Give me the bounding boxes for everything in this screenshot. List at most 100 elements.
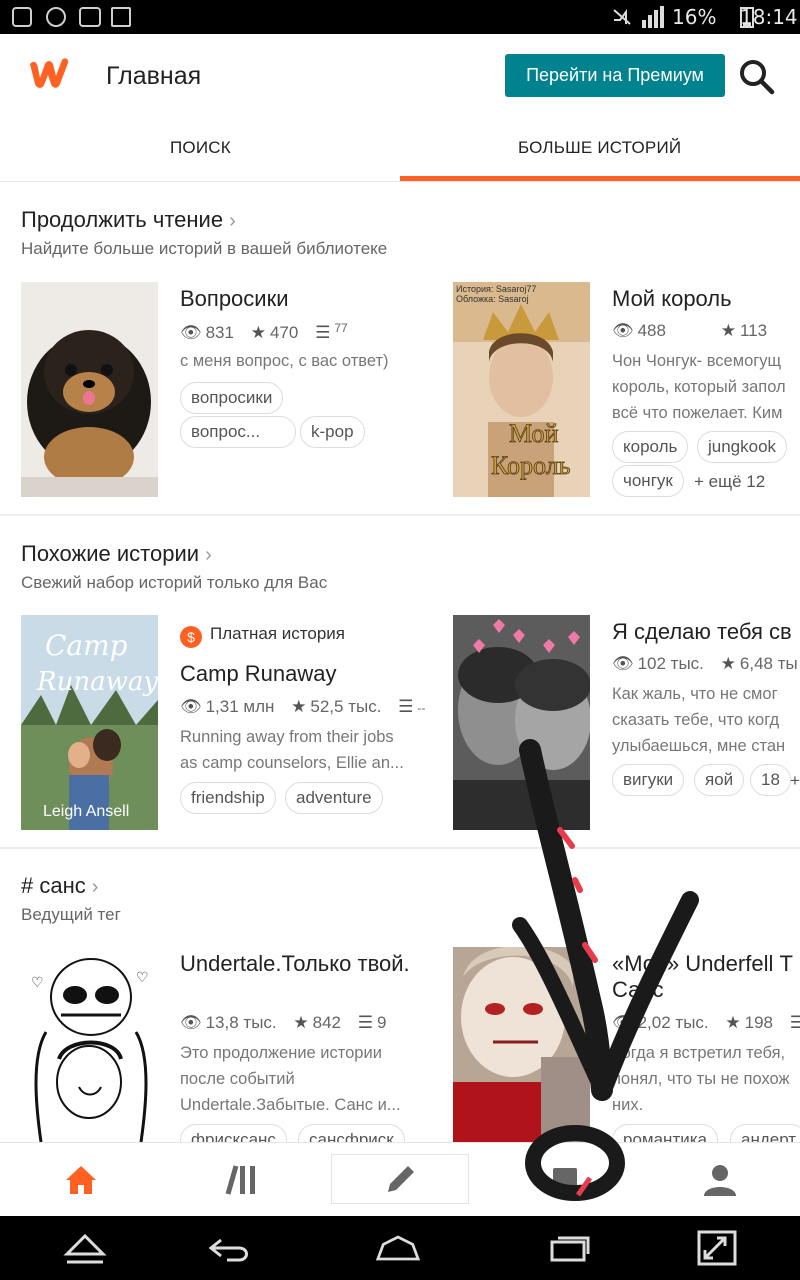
paid-label: Платная история bbox=[210, 624, 345, 643]
tag[interactable]: вопросики bbox=[180, 382, 284, 414]
list-icon: ☰ bbox=[357, 1013, 373, 1032]
story-stats: 👁 831 ★ 470 ☰ 77 bbox=[180, 321, 348, 343]
section-title: # санс bbox=[21, 873, 86, 898]
story-title[interactable]: «Моя» Underfell Т Санс bbox=[612, 951, 793, 1003]
tab-more-stories[interactable]: БОЛЬШЕ ИСТОРИЙ bbox=[518, 138, 681, 158]
eye-icon: 👁 bbox=[180, 323, 202, 342]
story-description: Когда я встретил тебя, понял, что ты не … bbox=[612, 1040, 800, 1118]
votes-count: 842 bbox=[312, 1013, 341, 1032]
tabs-divider bbox=[0, 181, 800, 182]
description-line: король, который запол bbox=[612, 378, 786, 396]
cover-image bbox=[453, 615, 590, 830]
votes-count: 52,5 тыс. bbox=[310, 697, 382, 716]
profile-icon[interactable] bbox=[700, 1160, 740, 1200]
tag[interactable]: король bbox=[612, 431, 689, 463]
home-icon[interactable] bbox=[61, 1160, 101, 1200]
coin-icon: $ bbox=[180, 626, 202, 648]
story-cover[interactable] bbox=[21, 282, 158, 497]
story-cover[interactable]: Мой Король История: Sasaroj77 Обложка: S… bbox=[453, 282, 590, 497]
story-description: Это продолжение истории после событий Un… bbox=[180, 1040, 430, 1118]
section-header-continue[interactable]: Продолжить чтение › bbox=[21, 207, 236, 233]
story-cover[interactable]: Camp Runaway Leigh Ansell bbox=[21, 615, 158, 830]
star-icon: ★ bbox=[725, 1013, 741, 1032]
tag[interactable]: яой bbox=[694, 764, 745, 796]
star-icon: ★ bbox=[720, 321, 736, 340]
story-title[interactable]: Мой король bbox=[612, 286, 732, 312]
eye-icon: 👁 bbox=[612, 321, 634, 340]
parts-count: 77 bbox=[334, 321, 348, 335]
home-system-icon[interactable] bbox=[376, 1228, 420, 1268]
recents-icon[interactable] bbox=[548, 1228, 592, 1268]
screenshot-icon[interactable] bbox=[695, 1228, 739, 1268]
story-description: Running away from their jobs as camp cou… bbox=[180, 724, 430, 776]
list-icon: ☰ bbox=[315, 323, 331, 342]
story-title[interactable]: Undertale.Только твой. bbox=[180, 951, 410, 977]
reads-count: 13,8 тыс. bbox=[205, 1013, 277, 1032]
star-icon: ★ bbox=[293, 1013, 309, 1032]
image-icon bbox=[79, 7, 101, 27]
section-divider bbox=[0, 847, 800, 849]
tag[interactable]: jungkook bbox=[697, 431, 788, 463]
description-line: Как жаль, что не смог bbox=[612, 685, 778, 703]
story-cover[interactable] bbox=[453, 615, 590, 830]
story-stats: 👁 2,02 тыс. ★ 198 ☰ bbox=[612, 1013, 800, 1033]
description-line: после событий bbox=[180, 1070, 295, 1088]
section-header-tag[interactable]: # санс › bbox=[21, 873, 98, 899]
tag[interactable]: чонгук bbox=[612, 465, 684, 497]
tag[interactable]: k-pop bbox=[300, 416, 365, 448]
reads-count: 1,31 млн bbox=[205, 697, 275, 716]
section-subtitle: Ведущий тег bbox=[21, 905, 121, 924]
story-stats: 👁 102 тыс. ★ 6,48 ты bbox=[612, 654, 800, 674]
eye-icon: 👁 bbox=[180, 1013, 202, 1032]
votes-count: 470 bbox=[269, 323, 299, 342]
cover-image: ♡ ♡ bbox=[21, 947, 158, 1142]
tab-search[interactable]: ПОИСК bbox=[170, 138, 231, 158]
votes-count: 6,48 ты bbox=[739, 654, 798, 673]
more-tags-link[interactable]: + ещё 12 bbox=[694, 472, 765, 492]
tag[interactable]: вопрос... bbox=[180, 416, 296, 448]
tag[interactable]: вигуки bbox=[612, 764, 685, 796]
hide-keyboard-icon[interactable] bbox=[63, 1228, 107, 1268]
tag[interactable]: adventure bbox=[285, 782, 383, 814]
tag[interactable]: friendship bbox=[180, 782, 276, 814]
more-tags-link[interactable]: + bbox=[790, 771, 800, 791]
library-icon[interactable] bbox=[222, 1160, 262, 1200]
paid-story-badge: $ Платная история bbox=[180, 624, 345, 648]
votes-count: 113 bbox=[739, 321, 768, 340]
notifications-icon[interactable] bbox=[545, 1160, 585, 1200]
status-bar: 16% 18:14 bbox=[0, 0, 800, 34]
story-title[interactable]: Я сделаю тебя св bbox=[612, 619, 792, 645]
eye-icon: 👁 bbox=[180, 697, 202, 716]
write-icon[interactable] bbox=[380, 1160, 420, 1200]
cover-heart: ♡ bbox=[31, 974, 44, 990]
description-line: Running away from their jobs bbox=[180, 728, 394, 746]
cover-image: Мой Король История: Sasaroj77 Обложка: S… bbox=[453, 282, 590, 497]
cover-text-1: Мой bbox=[509, 419, 558, 448]
chevron-right-icon: › bbox=[205, 544, 212, 566]
story-cover[interactable]: ♡ ♡ bbox=[21, 947, 158, 1142]
premium-button[interactable]: Перейти на Премиум bbox=[505, 54, 725, 97]
story-description: Чон Чонгук- всемогущ король, который зап… bbox=[612, 348, 800, 426]
tag[interactable]: 18 bbox=[750, 764, 791, 796]
story-stats: 👁 488 ★ 113 bbox=[612, 321, 779, 341]
back-icon[interactable] bbox=[207, 1228, 251, 1268]
signal-icon bbox=[642, 6, 664, 28]
mail-icon bbox=[111, 7, 131, 27]
section-header-similar[interactable]: Похожие истории › bbox=[21, 541, 212, 567]
wattpad-logo[interactable] bbox=[26, 56, 72, 90]
battery-percent: 16% bbox=[672, 5, 717, 29]
search-icon[interactable] bbox=[738, 58, 776, 96]
description-line: всё что пожелает. Ким bbox=[612, 404, 783, 422]
story-title[interactable]: Camp Runaway bbox=[180, 661, 337, 687]
story-title-line: «Моя» Underfell Т bbox=[612, 951, 793, 976]
votes-count: 198 bbox=[744, 1013, 773, 1032]
description-line: Чон Чонгук- всемогущ bbox=[612, 352, 782, 370]
cover-text-2: Король bbox=[491, 451, 571, 480]
story-cover[interactable] bbox=[453, 947, 590, 1142]
cover-author: Leigh Ansell bbox=[43, 803, 129, 820]
section-subtitle: Свежий набор историй только для Вас bbox=[21, 573, 328, 592]
story-description: с меня вопрос, с вас ответ) bbox=[180, 352, 389, 370]
star-icon: ★ bbox=[720, 654, 736, 673]
cover-text-2: Runaway bbox=[36, 667, 158, 697]
story-title[interactable]: Вопросики bbox=[180, 286, 289, 312]
